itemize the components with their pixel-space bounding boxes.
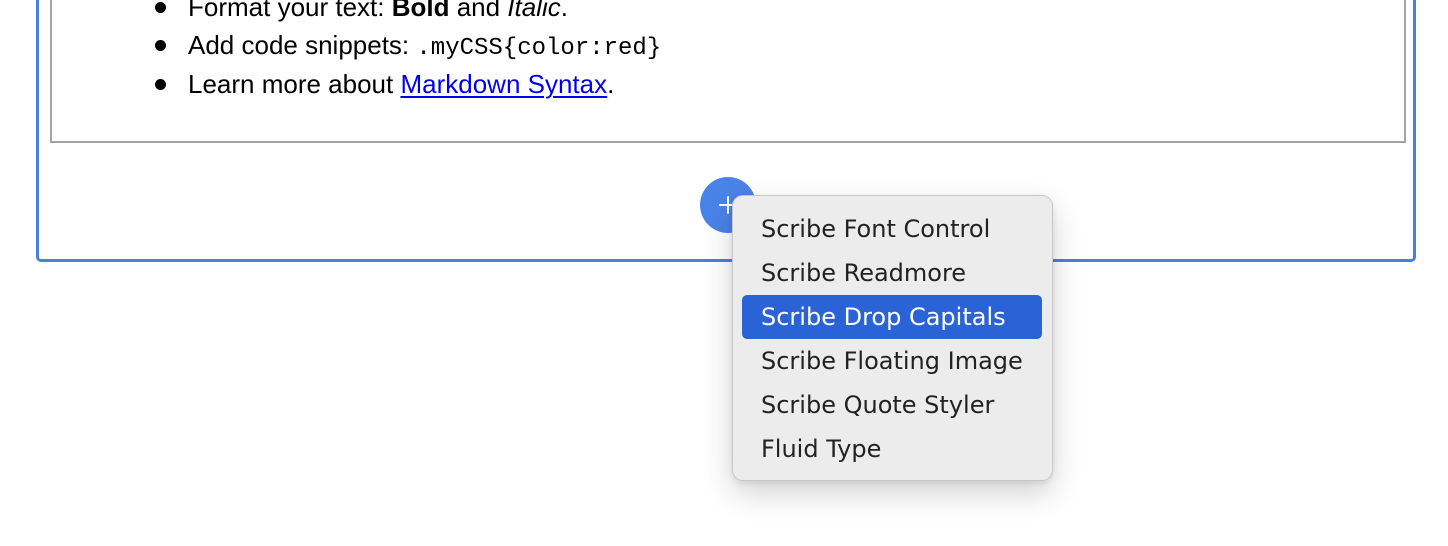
menu-item-scribe-floating-image[interactable]: Scribe Floating Image [742, 339, 1042, 383]
menu-item-fluid-type[interactable]: Fluid Type [742, 427, 1042, 471]
menu-item-scribe-quote-styler[interactable]: Scribe Quote Styler [742, 383, 1042, 427]
list-item-format: Format your text: Bold and Italic. [154, 0, 568, 24]
code-snippet: .myCSS{color:red} [416, 35, 662, 62]
list-item-learn: Learn more about Markdown Syntax. [154, 69, 615, 99]
list-item-code: Add code snippets: .myCSS{color:red} [154, 30, 662, 62]
bold-example: Bold [391, 0, 450, 22]
block-type-menu: Scribe Font Control Scribe Readmore Scri… [732, 195, 1053, 481]
menu-item-scribe-drop-capitals[interactable]: Scribe Drop Capitals [742, 295, 1042, 339]
markdown-syntax-link[interactable]: Markdown Syntax [400, 69, 607, 99]
menu-item-scribe-font-control[interactable]: Scribe Font Control [742, 207, 1042, 251]
markdown-preview-box: Format your text: Bold and Italic. Add c… [50, 0, 1406, 143]
italic-example: Italic [507, 0, 561, 22]
menu-item-scribe-readmore[interactable]: Scribe Readmore [742, 251, 1042, 295]
